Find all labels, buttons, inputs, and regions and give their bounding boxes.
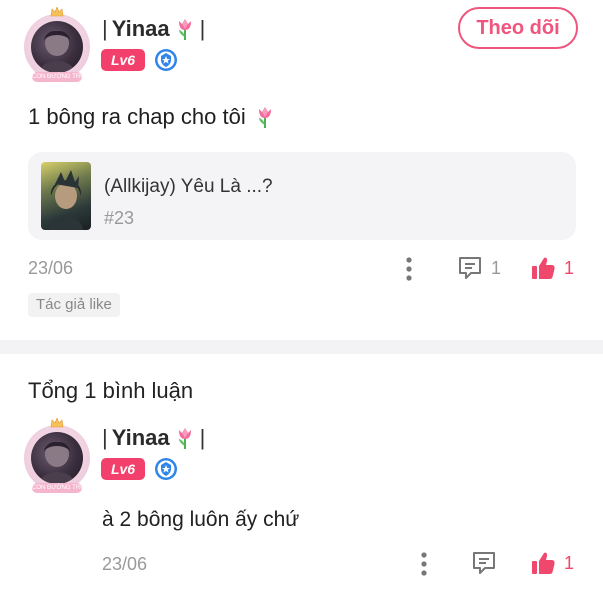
- story-cover-image: [41, 162, 91, 230]
- name-bar-right: |: [199, 16, 206, 41]
- more-dots-icon[interactable]: [420, 551, 428, 577]
- follow-button[interactable]: Theo dõi: [458, 7, 578, 49]
- level-badge: Lv6: [101, 458, 145, 480]
- avatar-image: [31, 21, 83, 73]
- avatar-banner: CON ĐƯỜNG TRUYỆN CHỮ: [32, 72, 82, 82]
- crown-icon: [50, 7, 64, 17]
- author-name-text: Yinaa: [111, 425, 170, 450]
- comments-total: Tổng 1 bình luận: [28, 378, 194, 403]
- like-action[interactable]: 1: [530, 255, 574, 281]
- shield-badge-icon: [155, 458, 177, 480]
- comment-icon: [473, 552, 495, 574]
- comment-author-name[interactable]: | Yinaa |: [102, 425, 205, 451]
- comment-action[interactable]: 1: [457, 255, 501, 281]
- comment-count: 1: [491, 257, 502, 278]
- author-name-text: Yinaa: [111, 16, 170, 41]
- post-text: 1 bông ra chap cho tôi: [28, 104, 246, 129]
- story-chapter-number: #23: [104, 208, 135, 228]
- tulip-icon: [178, 19, 191, 40]
- reply-action[interactable]: [471, 550, 497, 576]
- more-dots-icon[interactable]: [405, 256, 413, 282]
- name-bar-right: |: [199, 425, 206, 450]
- avatar-image: [31, 432, 83, 484]
- shield-badge-icon: [155, 49, 177, 71]
- post-author-avatar[interactable]: CON ĐƯỜNG TRUYỆN CHỮ: [24, 7, 90, 82]
- post-author-name[interactable]: | Yinaa |: [102, 16, 205, 42]
- linked-story-card[interactable]: (Allkijay) Yêu Là ...? #23: [28, 152, 576, 240]
- crown-icon: [50, 418, 64, 428]
- name-bar-left: |: [102, 16, 108, 41]
- comment-author-avatar[interactable]: CON ĐƯỜNG TRUYỆN CHỮ: [24, 418, 90, 493]
- post-content: 1 bông ra chap cho tôi: [28, 104, 276, 130]
- avatar-banner: CON ĐƯỜNG TRUYỆN CHỮ: [32, 483, 82, 493]
- comment-like-count: 1: [564, 552, 575, 573]
- comment-text: à 2 bông luôn ấy chứ: [102, 508, 300, 531]
- comment-date: 23/06: [102, 554, 148, 574]
- like-count: 1: [564, 257, 575, 278]
- comment-icon: [459, 257, 481, 279]
- section-divider: [0, 340, 603, 354]
- author-liked-tag: Tác giả like: [28, 293, 120, 317]
- thumbs-up-icon: [532, 552, 555, 574]
- post-date: 23/06: [28, 258, 74, 278]
- level-badge: Lv6: [101, 49, 145, 71]
- tulip-icon: [178, 428, 191, 449]
- comment-like-action[interactable]: 1: [530, 550, 574, 576]
- story-title: (Allkijay) Yêu Là ...?: [104, 176, 273, 197]
- tulip-icon: [258, 107, 271, 128]
- thumbs-up-icon: [532, 257, 555, 279]
- name-bar-left: |: [102, 425, 108, 450]
